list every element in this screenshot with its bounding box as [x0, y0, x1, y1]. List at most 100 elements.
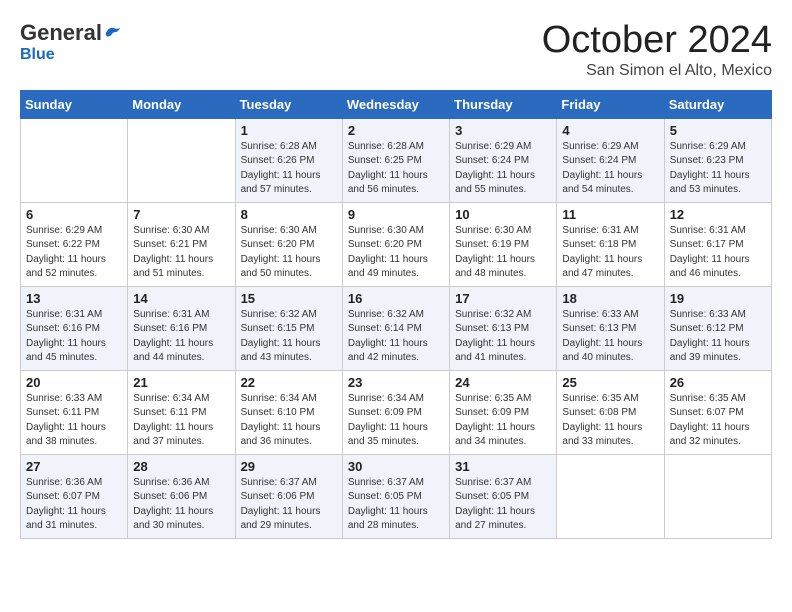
weekday-header-thursday: Thursday: [450, 90, 557, 118]
day-number: 9: [348, 207, 444, 222]
day-number: 24: [455, 375, 551, 390]
logo-blue-text: Blue: [20, 46, 55, 64]
calendar-cell: 14 Sunrise: 6:31 AM Sunset: 6:16 PM Dayli…: [128, 286, 235, 370]
calendar-cell: 16 Sunrise: 6:32 AM Sunset: 6:14 PM Dayli…: [342, 286, 449, 370]
logo: General Blue: [20, 20, 122, 64]
weekday-header-monday: Monday: [128, 90, 235, 118]
calendar-cell: 18 Sunrise: 6:33 AM Sunset: 6:13 PM Dayli…: [557, 286, 664, 370]
calendar-cell: 23 Sunrise: 6:34 AM Sunset: 6:09 PM Dayli…: [342, 370, 449, 454]
calendar-week-row: 6 Sunrise: 6:29 AM Sunset: 6:22 PM Daylig…: [21, 202, 772, 286]
day-info: Sunrise: 6:34 AM Sunset: 6:09 PM Dayligh…: [348, 392, 444, 450]
calendar-cell: 21Sunrise: 6:34 AM Sunset: 6:11 PM Dayli…: [128, 370, 235, 454]
calendar-cell: 11 Sunrise: 6:31 AM Sunset: 6:18 PM Dayli…: [557, 202, 664, 286]
calendar-cell: 17Sunrise: 6:32 AM Sunset: 6:13 PM Dayli…: [450, 286, 557, 370]
calendar-cell: 26 Sunrise: 6:35 AM Sunset: 6:07 PM Dayli…: [664, 370, 771, 454]
day-info: Sunrise: 6:34 AM Sunset: 6:10 PM Dayligh…: [241, 392, 337, 450]
weekday-header-tuesday: Tuesday: [235, 90, 342, 118]
calendar-cell: 29Sunrise: 6:37 AM Sunset: 6:06 PM Dayli…: [235, 454, 342, 538]
day-number: 1: [241, 123, 337, 138]
calendar-cell: 4Sunrise: 6:29 AM Sunset: 6:24 PM Daylig…: [557, 118, 664, 202]
calendar-cell: 3 Sunrise: 6:29 AM Sunset: 6:24 PM Daylig…: [450, 118, 557, 202]
calendar-cell: 8 Sunrise: 6:30 AM Sunset: 6:20 PM Daylig…: [235, 202, 342, 286]
day-number: 22: [241, 375, 337, 390]
day-number: 20: [26, 375, 122, 390]
calendar-week-row: 27 Sunrise: 6:36 AM Sunset: 6:07 PM Dayli…: [21, 454, 772, 538]
day-info: Sunrise: 6:32 AM Sunset: 6:14 PM Dayligh…: [348, 308, 444, 366]
calendar-cell: 9Sunrise: 6:30 AM Sunset: 6:20 PM Daylig…: [342, 202, 449, 286]
logo-bird-icon: [104, 24, 122, 42]
day-info: Sunrise: 6:30 AM Sunset: 6:20 PM Dayligh…: [241, 224, 337, 282]
day-number: 29: [241, 459, 337, 474]
page-header: General Blue October 2024 San Simon el A…: [20, 20, 772, 80]
day-info: Sunrise: 6:36 AM Sunset: 6:06 PM Dayligh…: [133, 476, 229, 534]
calendar-cell: 6 Sunrise: 6:29 AM Sunset: 6:22 PM Daylig…: [21, 202, 128, 286]
calendar-cell: 5Sunrise: 6:29 AM Sunset: 6:23 PM Daylig…: [664, 118, 771, 202]
day-info: Sunrise: 6:32 AM Sunset: 6:13 PM Dayligh…: [455, 308, 551, 366]
weekday-header-saturday: Saturday: [664, 90, 771, 118]
day-info: Sunrise: 6:29 AM Sunset: 6:22 PM Dayligh…: [26, 224, 122, 282]
day-number: 6: [26, 207, 122, 222]
day-number: 30: [348, 459, 444, 474]
title-block: October 2024 San Simon el Alto, Mexico: [542, 20, 772, 80]
calendar-cell: 13Sunrise: 6:31 AM Sunset: 6:16 PM Dayli…: [21, 286, 128, 370]
calendar-cell: [664, 454, 771, 538]
calendar-cell: [128, 118, 235, 202]
day-number: 10: [455, 207, 551, 222]
day-number: 18: [562, 291, 658, 306]
day-info: Sunrise: 6:31 AM Sunset: 6:18 PM Dayligh…: [562, 224, 658, 282]
weekday-header-row: SundayMondayTuesdayWednesdayThursdayFrid…: [21, 90, 772, 118]
day-info: Sunrise: 6:29 AM Sunset: 6:24 PM Dayligh…: [455, 140, 551, 198]
day-number: 14: [133, 291, 229, 306]
day-info: Sunrise: 6:31 AM Sunset: 6:17 PM Dayligh…: [670, 224, 766, 282]
day-number: 19: [670, 291, 766, 306]
logo-general-text: General: [20, 20, 102, 46]
day-info: Sunrise: 6:35 AM Sunset: 6:08 PM Dayligh…: [562, 392, 658, 450]
calendar-week-row: 13Sunrise: 6:31 AM Sunset: 6:16 PM Dayli…: [21, 286, 772, 370]
weekday-header-wednesday: Wednesday: [342, 90, 449, 118]
weekday-header-friday: Friday: [557, 90, 664, 118]
day-info: Sunrise: 6:30 AM Sunset: 6:21 PM Dayligh…: [133, 224, 229, 282]
day-number: 23: [348, 375, 444, 390]
calendar-cell: 22 Sunrise: 6:34 AM Sunset: 6:10 PM Dayli…: [235, 370, 342, 454]
weekday-header-sunday: Sunday: [21, 90, 128, 118]
calendar-cell: 31Sunrise: 6:37 AM Sunset: 6:05 PM Dayli…: [450, 454, 557, 538]
calendar-cell: [557, 454, 664, 538]
day-number: 26: [670, 375, 766, 390]
calendar-cell: [21, 118, 128, 202]
day-info: Sunrise: 6:34 AM Sunset: 6:11 PM Dayligh…: [133, 392, 229, 450]
day-info: Sunrise: 6:37 AM Sunset: 6:05 PM Dayligh…: [455, 476, 551, 534]
day-info: Sunrise: 6:32 AM Sunset: 6:15 PM Dayligh…: [241, 308, 337, 366]
day-info: Sunrise: 6:35 AM Sunset: 6:09 PM Dayligh…: [455, 392, 551, 450]
day-number: 16: [348, 291, 444, 306]
calendar-cell: 20 Sunrise: 6:33 AM Sunset: 6:11 PM Dayli…: [21, 370, 128, 454]
day-number: 2: [348, 123, 444, 138]
day-number: 11: [562, 207, 658, 222]
calendar-cell: 7Sunrise: 6:30 AM Sunset: 6:21 PM Daylig…: [128, 202, 235, 286]
calendar-cell: 30 Sunrise: 6:37 AM Sunset: 6:05 PM Dayli…: [342, 454, 449, 538]
day-info: Sunrise: 6:29 AM Sunset: 6:24 PM Dayligh…: [562, 140, 658, 198]
day-number: 5: [670, 123, 766, 138]
day-number: 3: [455, 123, 551, 138]
calendar-cell: 24 Sunrise: 6:35 AM Sunset: 6:09 PM Dayli…: [450, 370, 557, 454]
calendar-cell: 19 Sunrise: 6:33 AM Sunset: 6:12 PM Dayli…: [664, 286, 771, 370]
day-info: Sunrise: 6:31 AM Sunset: 6:16 PM Dayligh…: [26, 308, 122, 366]
calendar-cell: 2Sunrise: 6:28 AM Sunset: 6:25 PM Daylig…: [342, 118, 449, 202]
day-info: Sunrise: 6:33 AM Sunset: 6:13 PM Dayligh…: [562, 308, 658, 366]
day-info: Sunrise: 6:33 AM Sunset: 6:12 PM Dayligh…: [670, 308, 766, 366]
day-number: 8: [241, 207, 337, 222]
calendar-cell: 25 Sunrise: 6:35 AM Sunset: 6:08 PM Dayli…: [557, 370, 664, 454]
day-info: Sunrise: 6:31 AM Sunset: 6:16 PM Dayligh…: [133, 308, 229, 366]
day-info: Sunrise: 6:35 AM Sunset: 6:07 PM Dayligh…: [670, 392, 766, 450]
day-number: 27: [26, 459, 122, 474]
day-info: Sunrise: 6:30 AM Sunset: 6:19 PM Dayligh…: [455, 224, 551, 282]
calendar-cell: 12Sunrise: 6:31 AM Sunset: 6:17 PM Dayli…: [664, 202, 771, 286]
day-info: Sunrise: 6:33 AM Sunset: 6:11 PM Dayligh…: [26, 392, 122, 450]
calendar-cell: 27 Sunrise: 6:36 AM Sunset: 6:07 PM Dayli…: [21, 454, 128, 538]
day-number: 28: [133, 459, 229, 474]
day-number: 25: [562, 375, 658, 390]
day-info: Sunrise: 6:37 AM Sunset: 6:05 PM Dayligh…: [348, 476, 444, 534]
calendar-table: SundayMondayTuesdayWednesdayThursdayFrid…: [20, 90, 772, 539]
day-info: Sunrise: 6:36 AM Sunset: 6:07 PM Dayligh…: [26, 476, 122, 534]
location: San Simon el Alto, Mexico: [542, 62, 772, 80]
calendar-cell: 15Sunrise: 6:32 AM Sunset: 6:15 PM Dayli…: [235, 286, 342, 370]
